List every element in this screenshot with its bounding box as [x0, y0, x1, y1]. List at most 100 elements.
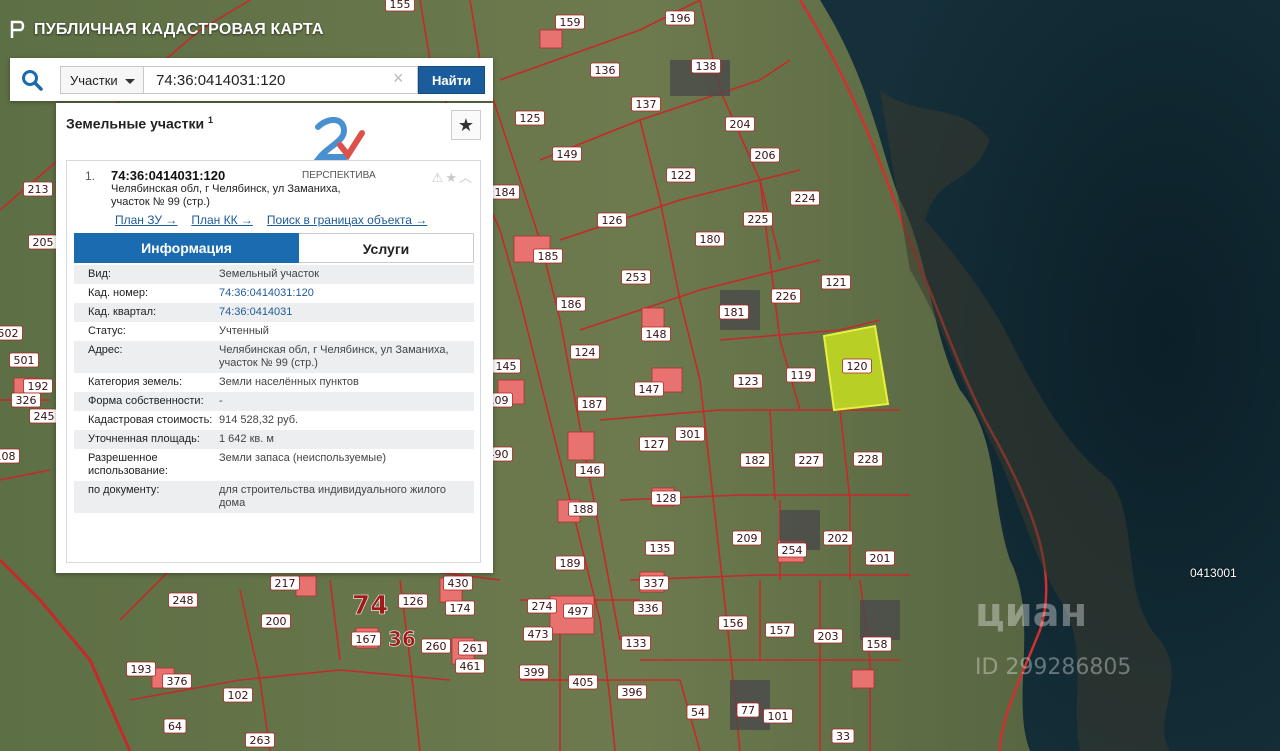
parcel-label[interactable]: 204	[725, 116, 755, 132]
plan-kk-link[interactable]: План КК →	[191, 213, 253, 227]
parcel-label[interactable]: 126	[597, 212, 627, 228]
parcel-label[interactable]: 137	[631, 96, 661, 112]
result-cadastral-number[interactable]: 74:36:0414031:120	[111, 168, 225, 183]
info-value[interactable]: 74:36:0414031	[219, 306, 464, 319]
parcel-label[interactable]: 228	[853, 451, 883, 467]
find-button[interactable]: Найти	[418, 66, 485, 94]
parcel-label[interactable]: 396	[617, 684, 647, 700]
parcel-label[interactable]: 245	[29, 408, 59, 424]
parcel-label[interactable]: 158	[862, 636, 892, 652]
parcel-label[interactable]: 146	[575, 462, 605, 478]
parcel-label[interactable]: 274	[527, 598, 557, 614]
parcel-label[interactable]: 159	[555, 14, 585, 30]
parcel-label[interactable]: 217	[270, 575, 300, 591]
parcel-label[interactable]: 167	[351, 631, 381, 647]
warning-icon[interactable]: ⚠	[432, 170, 446, 185]
plan-zu-link[interactable]: План ЗУ →	[115, 213, 177, 227]
parcel-label[interactable]: 128	[651, 490, 681, 506]
parcel-label[interactable]: 192	[23, 378, 53, 394]
parcel-label[interactable]: 213	[23, 181, 53, 197]
parcel-label[interactable]: 200	[261, 613, 291, 629]
parcel-label[interactable]: 126	[398, 593, 428, 609]
parcel-label[interactable]: 64	[163, 718, 187, 734]
parcel-label[interactable]: 122	[666, 167, 696, 183]
parcel-label[interactable]: 54	[686, 704, 710, 720]
parcel-label[interactable]: 123	[733, 373, 763, 389]
parcel-label[interactable]: 399	[519, 664, 549, 680]
parcel-label[interactable]: 138	[691, 58, 721, 74]
parcel-label[interactable]: 121	[821, 274, 851, 290]
parcel-label[interactable]: 430	[443, 575, 473, 591]
parcel-label[interactable]: 336	[633, 600, 663, 616]
parcel-label[interactable]: 473	[523, 626, 553, 642]
parcel-label[interactable]: 101	[763, 708, 793, 724]
parcel-label[interactable]: 203	[813, 628, 843, 644]
parcel-label[interactable]: 127	[639, 436, 669, 452]
parcel-label[interactable]: 120	[842, 358, 872, 374]
parcel-label[interactable]: 136	[590, 62, 620, 78]
parcel-label[interactable]: 147	[634, 381, 664, 397]
parcel-label[interactable]: 174	[445, 600, 475, 616]
parcel-label[interactable]: 124	[570, 344, 600, 360]
parcel-label[interactable]: 497	[563, 603, 593, 619]
parcel-label[interactable]: 405	[568, 674, 598, 690]
parcel-label[interactable]: 185	[533, 248, 563, 264]
tab-information[interactable]: Информация	[74, 233, 299, 263]
parcel-label[interactable]: 461	[455, 658, 485, 674]
parcel-label[interactable]: 184	[490, 184, 520, 200]
parcel-label[interactable]: 201	[865, 550, 895, 566]
search-icon[interactable]	[20, 68, 44, 92]
parcel-label[interactable]: 224	[790, 190, 820, 206]
parcel-label[interactable]: 226	[771, 288, 801, 304]
parcel-label[interactable]: 248	[168, 592, 198, 608]
parcel-label[interactable]: 253	[621, 269, 651, 285]
parcel-label[interactable]: 156	[718, 615, 748, 631]
parcel-label[interactable]: 135	[645, 540, 675, 556]
parcel-label[interactable]: 145	[491, 358, 521, 374]
parcel-label[interactable]: 227	[794, 452, 824, 468]
parcel-label[interactable]: 209	[732, 530, 762, 546]
parcel-label[interactable]: 254	[777, 542, 807, 558]
parcel-label[interactable]: 125	[515, 110, 545, 126]
parcel-label[interactable]: 186	[556, 296, 586, 312]
parcel-label[interactable]: 261	[458, 640, 488, 656]
parcel-label[interactable]: 187	[577, 396, 607, 412]
tab-services[interactable]: Услуги	[299, 233, 474, 263]
parcel-label[interactable]: 157	[765, 622, 795, 638]
parcel-label[interactable]: 225	[743, 211, 773, 227]
parcel-label[interactable]: 202	[823, 530, 853, 546]
parcel-label[interactable]: 502	[0, 325, 23, 341]
parcel-label[interactable]: 181	[719, 304, 749, 320]
parcel-label[interactable]: 337	[639, 575, 669, 591]
parcel-label[interactable]: 263	[245, 732, 275, 748]
parcel-label[interactable]: 149	[552, 146, 582, 162]
parcel-label[interactable]: 501	[9, 352, 39, 368]
parcel-label[interactable]: 155	[385, 0, 415, 12]
parcel-label[interactable]: 182	[740, 452, 770, 468]
parcel-label[interactable]: 205	[28, 234, 58, 250]
clear-icon[interactable]: ×	[393, 68, 404, 89]
info-value[interactable]: 74:36:0414031:120	[219, 287, 464, 300]
parcel-label[interactable]: 180	[695, 231, 725, 247]
favorite-star-button[interactable]: ★	[451, 110, 481, 140]
parcel-label[interactable]: 33	[831, 728, 855, 744]
collapse-chevron-icon[interactable]: ︿	[459, 170, 474, 185]
parcel-label[interactable]: 189	[555, 555, 585, 571]
parcel-label[interactable]: 188	[568, 501, 598, 517]
parcel-label[interactable]: 119	[786, 367, 816, 383]
parcel-label[interactable]: 326	[11, 392, 41, 408]
parcel-label[interactable]: 193	[126, 661, 156, 677]
cadastral-search-input[interactable]	[144, 66, 418, 94]
parcel-label[interactable]: 133	[621, 635, 651, 651]
parcel-label[interactable]: 301	[675, 426, 705, 442]
parcel-label[interactable]: 196	[665, 10, 695, 26]
parcel-label[interactable]: 206	[750, 147, 780, 163]
parcel-label[interactable]: 108	[0, 448, 20, 464]
parcel-label[interactable]: 376	[162, 673, 192, 689]
parcel-label[interactable]: 260	[421, 638, 451, 654]
parcel-label[interactable]: 102	[223, 687, 253, 703]
parcel-label[interactable]: 148	[641, 326, 671, 342]
star-outline-icon[interactable]: ★	[445, 170, 459, 185]
search-in-bounds-link[interactable]: Поиск в границах объекта →	[267, 213, 427, 227]
object-type-select[interactable]: Участки	[60, 66, 144, 94]
